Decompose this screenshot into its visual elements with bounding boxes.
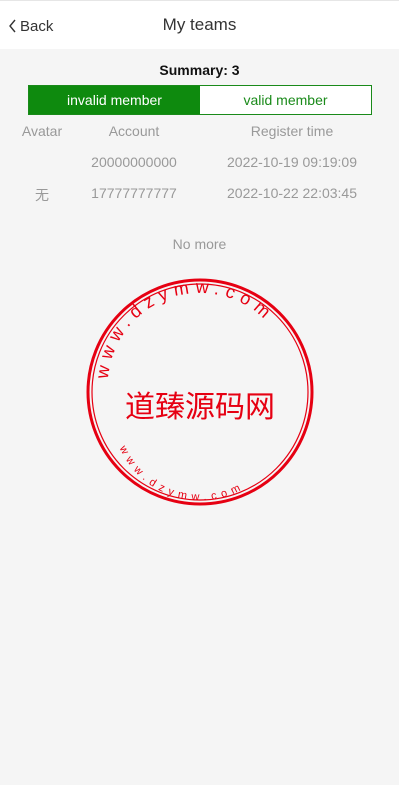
stamp-ring-text-inner: www.dzymw.com: [116, 443, 242, 503]
tab-valid-member[interactable]: valid member: [200, 86, 371, 114]
stamp-center-text: 道臻源码网: [125, 390, 275, 425]
stamp-ring-text-outer: www.dzymw.com: [92, 277, 273, 381]
avatar-cell: 无: [35, 187, 49, 203]
svg-text:www.dzymw.com: www.dzymw.com: [92, 277, 279, 381]
table-row: 无 17777777777 2022-10-22 22:03:45: [0, 181, 399, 212]
register-time-cell: 2022-10-22 22:03:45: [227, 185, 357, 201]
tab-invalid-member[interactable]: invalid member: [29, 86, 200, 114]
member-type-tabs: invalid member valid member: [28, 85, 372, 115]
register-time-cell: 2022-10-19 09:19:09: [227, 154, 357, 170]
watermark-stamp: www.dzymw.com www.dzymw.com 道臻源码网: [86, 277, 314, 506]
no-more-label: No more: [172, 236, 227, 252]
table-row: 20000000000 2022-10-19 09:19:09: [0, 150, 399, 181]
svg-text:www.dzymw.com: www.dzymw.com: [116, 443, 247, 503]
account-cell: 17777777777: [91, 185, 177, 201]
summary-count: Summary: 3: [159, 62, 240, 78]
column-header-register-time: Register time: [250, 123, 334, 139]
page-title: My teams: [162, 15, 237, 34]
table-header: Avatar Account Register time: [0, 119, 399, 150]
members-table: Avatar Account Register time 20000000000…: [0, 119, 399, 212]
account-cell: 20000000000: [91, 154, 177, 170]
column-header-account: Account: [108, 123, 160, 139]
top-bar: Back My teams: [0, 0, 399, 49]
column-header-avatar: Avatar: [21, 123, 63, 139]
